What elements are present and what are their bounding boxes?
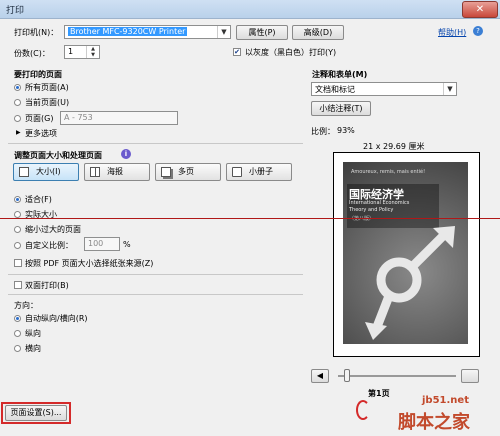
grayscale-checkbox[interactable]: ✔ [233, 48, 241, 56]
page-setup-highlight [1, 402, 71, 424]
book-title-en1: International Economics [349, 200, 410, 206]
radio-landscape[interactable] [14, 345, 21, 352]
book-title-en2: Theory and Policy [349, 207, 394, 213]
watermark-logo-icon [356, 400, 370, 420]
help-icon[interactable]: ? [473, 26, 483, 36]
watermark-brand: 脚本之家 [398, 412, 470, 433]
size-button-label: 大小(I) [36, 167, 61, 176]
annotation-red-line [0, 218, 500, 219]
grayscale-label: 以灰度（黑白色）打印(Y) [245, 48, 337, 57]
fit-label: 适合(F) [25, 195, 52, 204]
chevron-down-icon: ▼ [217, 26, 230, 38]
page-slider-track[interactable] [338, 375, 456, 377]
summarize-comments-button[interactable]: 小结注释(T) [311, 101, 371, 116]
book-tagline: Amoureux, remis, mais entié! [351, 169, 426, 175]
properties-button[interactable]: 属性(P) [236, 25, 288, 40]
shrink-oversized-label: 缩小过大的页面 [25, 225, 81, 234]
title-bar: 打印 [0, 0, 500, 19]
current-page-label: 当前页面(U) [25, 98, 70, 107]
divider [8, 294, 303, 295]
page-indicator: 第1页 [368, 389, 390, 398]
pages-label: 页面(G) [25, 114, 54, 123]
chevron-down-icon: ▼ [443, 83, 456, 95]
radio-actual-size[interactable] [14, 211, 21, 218]
custom-scale-value: 100 [88, 239, 104, 248]
expand-triangle-icon[interactable]: ▶ [16, 129, 21, 136]
next-page-button[interactable] [461, 369, 479, 383]
more-options-link[interactable]: 更多选项 [25, 128, 57, 139]
duplex-label: 双面打印(B) [25, 281, 69, 290]
comments-forms-title: 注释和表单(M) [312, 70, 368, 79]
radio-all-pages[interactable] [14, 84, 21, 91]
landscape-label: 横向 [25, 344, 41, 353]
paper-size-label: 21 x 29.69 厘米 [363, 142, 425, 151]
pdf-paper-source-label: 按照 PDF 页面大小选择纸张来源(Z) [25, 259, 154, 268]
poster-button-label: 海报 [107, 167, 123, 176]
size-button[interactable]: 大小(I) [13, 163, 79, 181]
copies-label: 份数(C)： [14, 49, 50, 58]
radio-current-page[interactable] [14, 99, 21, 106]
divider [8, 143, 303, 144]
radio-fit[interactable] [14, 196, 21, 203]
page-range-input[interactable]: A - 753 [60, 111, 178, 125]
page-slider-thumb[interactable] [344, 369, 350, 382]
printer-value: Brother MFC-9320CW Printer [68, 27, 188, 36]
chevron-left-icon: ◀ [316, 371, 324, 380]
gender-symbol-graphic [365, 226, 455, 340]
comments-forms-value: 文档和标记 [315, 85, 355, 94]
radio-auto-orientation[interactable] [14, 315, 21, 322]
duplex-checkbox[interactable] [14, 281, 22, 289]
preview-book-cover: Amoureux, remis, mais entié! 国际经济学 Inter… [343, 162, 468, 344]
close-icon: ✕ [475, 4, 485, 15]
pages-to-print-title: 要打印的页面 [14, 70, 62, 79]
custom-scale-label: 自定义比例： [25, 241, 73, 250]
multiple-pages-button-label: 多页 [178, 167, 194, 176]
window-title: 打印 [6, 6, 25, 16]
multiple-pages-icon [161, 167, 171, 177]
poster-icon [90, 167, 100, 177]
previous-page-button[interactable]: ◀ [311, 369, 329, 383]
scale-label: 比例： [311, 127, 335, 136]
page-icon [19, 167, 29, 177]
portrait-label: 纵向 [25, 329, 41, 338]
radio-pages[interactable] [14, 115, 21, 122]
copies-input[interactable]: 1 ▲ ▼ [64, 45, 100, 59]
copies-value: 1 [68, 47, 74, 56]
spinner-icon[interactable]: ▲ ▼ [86, 46, 99, 58]
percent-label: % [123, 240, 131, 249]
booklet-icon [232, 167, 242, 177]
page-range-value: A - 753 [64, 113, 93, 122]
comments-forms-select[interactable]: 文档和标记 ▼ [311, 82, 457, 96]
scale-value: 93% [337, 126, 355, 135]
printer-label: 打印机(N)： [14, 28, 59, 37]
radio-shrink-oversized[interactable] [14, 226, 21, 233]
custom-scale-input[interactable]: 100 [84, 237, 120, 251]
poster-button[interactable]: 海报 [84, 163, 150, 181]
watermark-site: jb51.net [422, 395, 469, 406]
multiple-pages-button[interactable]: 多页 [155, 163, 221, 181]
radio-custom-scale[interactable] [14, 242, 21, 249]
radio-portrait[interactable] [14, 330, 21, 337]
printer-select[interactable]: Brother MFC-9320CW Printer ▼ [64, 25, 231, 39]
help-link[interactable]: 帮助(H) [438, 27, 466, 38]
info-icon[interactable]: i [121, 149, 131, 159]
all-pages-label: 所有页面(A) [25, 83, 69, 92]
close-button[interactable]: ✕ [462, 1, 498, 18]
booklet-button[interactable]: 小册子 [226, 163, 292, 181]
orientation-title: 方向： [14, 301, 38, 310]
divider [8, 274, 303, 275]
booklet-button-label: 小册子 [249, 167, 273, 176]
pdf-paper-source-checkbox[interactable] [14, 259, 22, 267]
auto-orientation-label: 自动纵向/横向(R) [25, 314, 88, 323]
advanced-button[interactable]: 高级(D) [292, 25, 344, 40]
page-sizing-title: 调整页面大小和处理页面 [14, 151, 102, 160]
